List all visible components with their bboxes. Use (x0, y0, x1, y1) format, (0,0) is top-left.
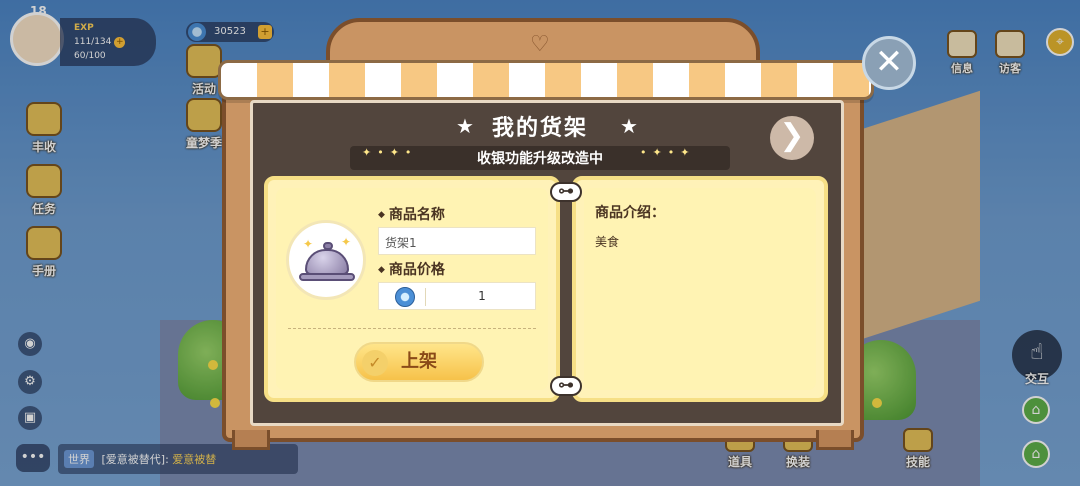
name-label-text: 商品名称 (388, 207, 445, 223)
product-name-input[interactable]: 货架1 (378, 227, 536, 255)
modal-title: 我的货架 (491, 116, 588, 141)
close-button[interactable]: ✕ (862, 36, 916, 90)
blue-coin-icon (395, 287, 415, 307)
covered-dish-icon: ✦ ✦ (286, 220, 366, 300)
shelf-legs (222, 430, 864, 450)
product-price-input[interactable]: 1 (378, 282, 536, 310)
price-field-label: ◆ 商品价格 (378, 259, 445, 279)
price-label-text: 商品价格 (388, 262, 445, 278)
shelve-button[interactable]: ✓ 上架 (354, 342, 484, 382)
description-label: 商品介绍： (595, 205, 665, 221)
divider (288, 328, 536, 329)
string-lights-decoration: •✦•✦ (640, 146, 696, 159)
shelve-button-label: 上架 (401, 351, 437, 372)
name-field-label: ◆ 商品名称 (378, 204, 445, 224)
diamond-bullet-icon: ◆ (378, 210, 385, 220)
heart-icon: ♡ (530, 32, 550, 57)
striped-awning (218, 60, 874, 100)
description-text: 美食 (595, 235, 620, 249)
price-value: 1 (478, 289, 486, 303)
binder-ring-icon: ⊶ (550, 182, 582, 202)
check-icon: ✓ (362, 350, 388, 376)
next-arrow-button[interactable]: ❯ (770, 116, 814, 160)
binder-ring-icon: ⊶ (550, 376, 582, 396)
star-icon: ★ (620, 114, 638, 138)
diamond-bullet-icon: ◆ (378, 265, 385, 275)
